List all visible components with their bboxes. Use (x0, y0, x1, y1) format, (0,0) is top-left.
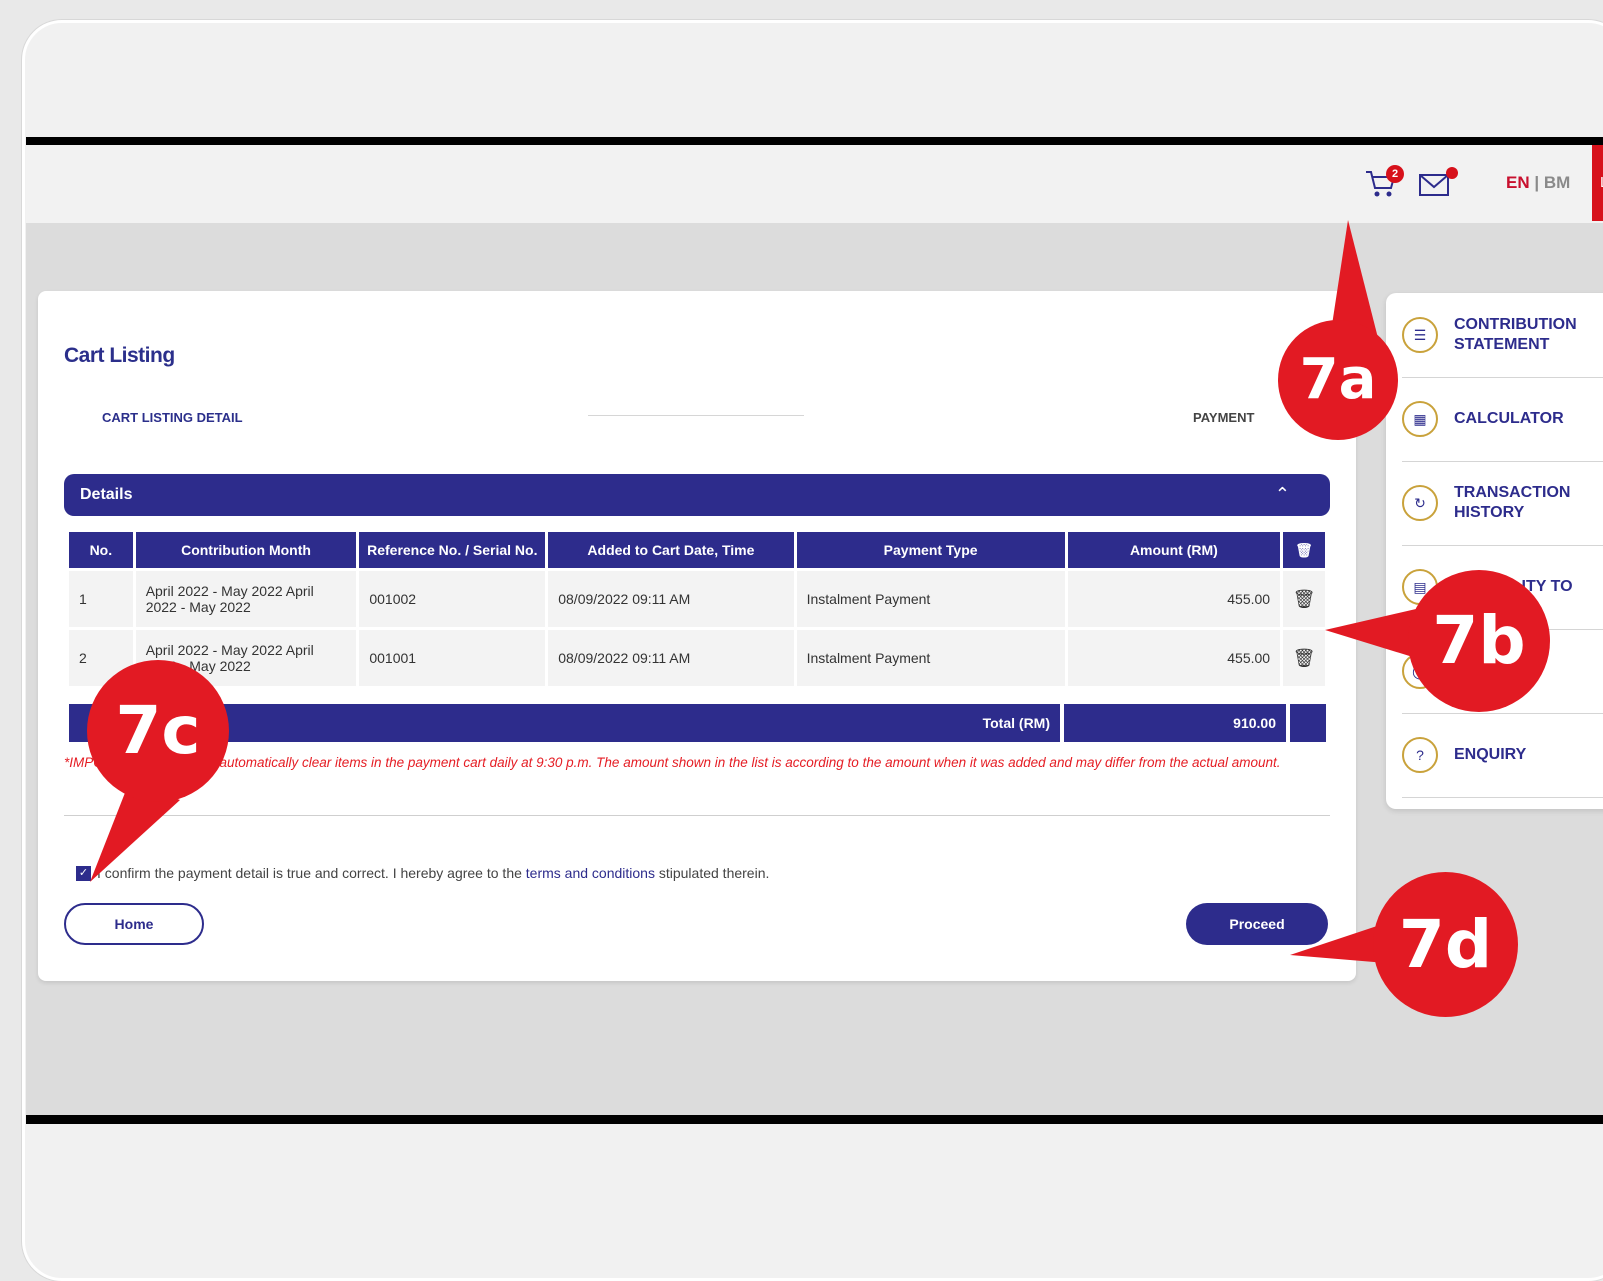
menu-calculator[interactable]: ▦ CALCULATOR (1402, 377, 1603, 462)
column-header-amount: Amount (RM) (1067, 532, 1281, 568)
cart-table: No. Contribution Month Reference No. / S… (66, 529, 1328, 689)
top-header: 2 EN | BM Log (26, 145, 1603, 223)
callout-7a: 7a (1278, 320, 1398, 440)
details-section-header[interactable]: Details ⌃ (64, 474, 1330, 516)
cell-added: 08/09/2022 09:11 AM (548, 630, 794, 686)
cell-reference: 001001 (359, 630, 546, 686)
menu-label: CALCULATOR (1454, 410, 1564, 427)
menu-label: TRANSACTION HISTORY (1454, 484, 1571, 521)
lang-en-link[interactable]: EN (1506, 173, 1530, 192)
menu-label: CONTRIBUTION STATEMENT (1454, 316, 1577, 353)
language-switch: EN | BM (1506, 173, 1570, 193)
total-row: Total (RM) 910.00 (66, 704, 1328, 742)
step-cart-listing-detail: CART LISTING DETAIL (102, 410, 243, 425)
cell-payment-type: Instalment Payment (796, 571, 1065, 627)
total-label: Total (RM) (982, 715, 1050, 731)
cell-reference: 001002 (359, 571, 546, 627)
delete-row-icon[interactable]: 🗑 (1283, 630, 1325, 686)
total-end-cell (1290, 704, 1326, 742)
enquiry-icon: ? (1402, 737, 1438, 773)
cell-payment-type: Instalment Payment (796, 630, 1065, 686)
column-header-no: No. (69, 532, 133, 568)
delete-all-icon[interactable]: 🗑 (1283, 532, 1325, 568)
confirm-text-suffix: stipulated therein. (654, 865, 770, 881)
menu-transaction-history[interactable]: ↻ TRANSACTION HISTORY (1402, 461, 1603, 546)
step-connector (588, 415, 804, 416)
screen-bottom-border (26, 1115, 1603, 1124)
chevron-up-icon[interactable]: ⌃ (1275, 484, 1290, 505)
callout-7b: 7b (1408, 570, 1550, 712)
calculator-icon: ▦ (1402, 401, 1438, 437)
column-header-payment-type: Payment Type (796, 532, 1065, 568)
step-payment: PAYMENT (1193, 410, 1255, 425)
cell-month: April 2022 - May 2022 April 2022 - May 2… (135, 571, 357, 627)
column-header-added-date: Added to Cart Date, Time (548, 532, 794, 568)
column-header-reference: Reference No. / Serial No. (359, 532, 546, 568)
table-row: 1 April 2022 - May 2022 April 2022 - May… (69, 571, 1325, 627)
cart-count-badge: 2 (1386, 165, 1404, 183)
menu-label: ENQUIRY (1454, 746, 1527, 763)
total-value: 910.00 (1064, 704, 1286, 742)
terms-link[interactable]: terms and conditions (526, 865, 655, 881)
page-title: Cart Listing (64, 344, 175, 367)
lang-bm-link[interactable]: BM (1544, 173, 1570, 192)
logout-button[interactable]: Log (1592, 145, 1603, 221)
column-header-contribution-month: Contribution Month (135, 532, 357, 568)
mail-notification-dot (1446, 167, 1458, 179)
screen-top-border (26, 137, 1603, 145)
table-row: 2 April 2022 - May 2022 April 2022 - May… (69, 630, 1325, 686)
cart-clear-notice: *IMPORTANT: KWSP will automatically clea… (64, 755, 1281, 770)
menu-enquiry[interactable]: ? ENQUIRY (1402, 713, 1603, 798)
menu-contribution-statement[interactable]: ☰ CONTRIBUTION STATEMENT (1402, 293, 1603, 378)
cell-amount: 455.00 (1067, 630, 1281, 686)
side-menu: ☰ CONTRIBUTION STATEMENT ▦ CALCULATOR ↻ … (1386, 293, 1603, 809)
cart-listing-card: Cart Listing CART LISTING DETAIL PAYMENT… (38, 291, 1356, 981)
callout-7c: 7c (87, 660, 229, 802)
cell-amount: 455.00 (1067, 571, 1281, 627)
lang-separator: | (1529, 173, 1544, 192)
history-icon: ↻ (1402, 485, 1438, 521)
details-label: Details (80, 486, 133, 503)
divider (64, 815, 1330, 816)
callout-7d: 7d (1373, 872, 1518, 1017)
home-button[interactable]: Home (64, 903, 204, 945)
cell-no: 1 (69, 571, 133, 627)
cell-added: 08/09/2022 09:11 AM (548, 571, 794, 627)
delete-row-icon[interactable]: 🗑 (1283, 571, 1325, 627)
